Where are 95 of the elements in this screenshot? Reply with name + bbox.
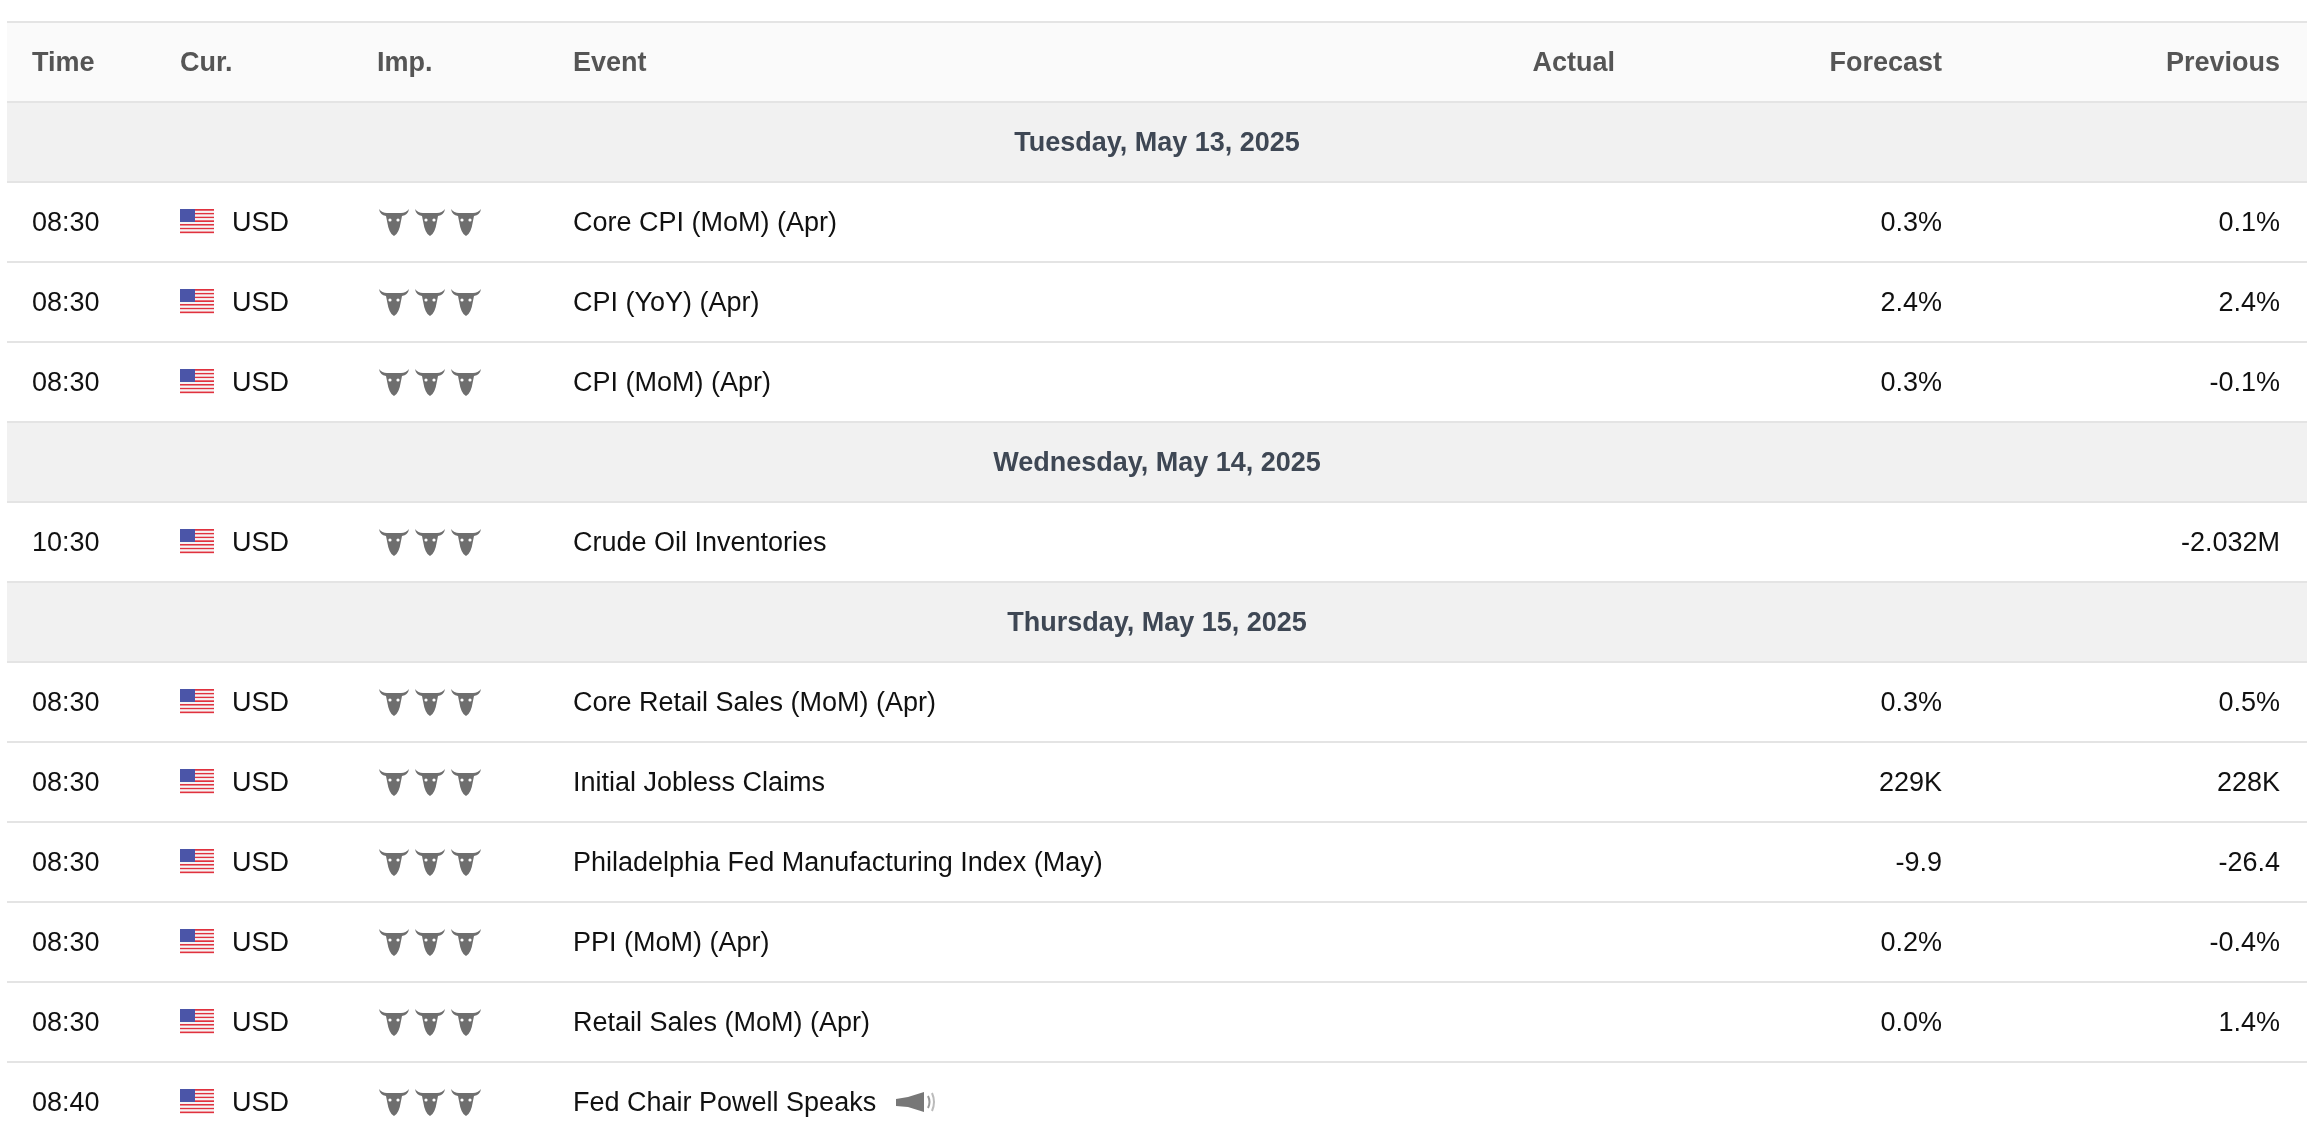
bull-icon [377,527,411,557]
bull-icon [413,927,447,957]
bull-icon [377,207,411,237]
currency-cell: USD [232,206,289,238]
date-header: Wednesday, May 14, 2025 [7,422,2307,502]
previous-cell: -2.032M [2180,526,2280,557]
bull-icon [449,527,483,557]
forecast-cell: 0.3% [1880,366,1942,397]
bull-icon [413,287,447,317]
column-header: Previous [1969,22,2307,102]
event-name[interactable]: Philadelphia Fed Manufacturing Index (May) [573,846,1103,878]
column-header: Event [548,22,1300,102]
bull-icon [413,367,447,397]
event-name[interactable]: CPI (MoM) (Apr) [573,366,771,398]
date-header: Thursday, May 15, 2025 [7,582,2307,662]
previous-cell: 1.4% [2218,1006,2280,1037]
previous-cell: 0.1% [2218,206,2280,237]
bull-icon [413,527,447,557]
previous-cell: -0.4% [2209,926,2280,957]
currency-cell: USD [232,766,289,798]
flag-icon [180,689,214,715]
bull-icon [449,687,483,717]
flag-icon [180,369,214,395]
forecast-cell: 0.3% [1880,206,1942,237]
currency-cell: USD [232,1006,289,1038]
event-name[interactable]: Crude Oil Inventories [573,526,827,558]
bull-icon [377,287,411,317]
bull-icon [449,927,483,957]
bull-icon [377,1087,411,1117]
forecast-cell: 0.3% [1880,686,1942,717]
event-name[interactable]: Fed Chair Powell Speaks [573,1086,877,1118]
bull-icon [377,847,411,877]
bull-icon [377,1007,411,1037]
time-cell: 08:30 [7,182,155,262]
flag-icon [180,289,214,315]
time-cell: 08:30 [7,902,155,982]
flag-icon [180,529,214,555]
previous-cell: 228K [2216,766,2280,797]
bull-icon [449,767,483,797]
column-header: Time [7,22,155,102]
bull-icon [377,767,411,797]
currency-cell: USD [232,286,289,318]
flag-icon [180,209,214,235]
column-header: Cur. [155,22,352,102]
bull-icon [413,767,447,797]
bull-icon [449,1007,483,1037]
bull-icon [413,1007,447,1037]
currency-cell: USD [232,1086,289,1118]
forecast-cell: 0.2% [1880,926,1942,957]
flag-icon [180,849,214,875]
time-cell: 08:30 [7,822,155,902]
bull-icon [413,687,447,717]
currency-cell: USD [232,926,289,958]
bull-icon [377,367,411,397]
flag-icon [180,929,214,955]
bull-icon [413,207,447,237]
flag-icon [180,769,214,795]
time-cell: 08:30 [7,262,155,342]
currency-cell: USD [232,526,289,558]
forecast-cell: 229K [1878,766,1942,797]
date-header: Tuesday, May 13, 2025 [7,102,2307,182]
bull-icon [413,847,447,877]
forecast-cell: 2.4% [1880,286,1942,317]
column-header: Forecast [1642,22,1969,102]
previous-cell: -26.4 [2218,846,2280,877]
column-header: Actual [1300,22,1642,102]
bull-icon [377,687,411,717]
time-cell: 08:30 [7,742,155,822]
forecast-cell: -9.9 [1895,846,1942,877]
forecast-cell: 0.0% [1880,1006,1942,1037]
previous-cell: 2.4% [2218,286,2280,317]
time-cell: 08:30 [7,982,155,1062]
bull-icon [413,1087,447,1117]
bull-icon [449,287,483,317]
currency-cell: USD [232,686,289,718]
flag-icon [180,1009,214,1035]
bull-icon [449,847,483,877]
event-name[interactable]: Core CPI (MoM) (Apr) [573,206,837,238]
time-cell: 08:40 [7,1062,155,1140]
event-name[interactable]: CPI (YoY) (Apr) [573,286,760,318]
event-name[interactable]: PPI (MoM) (Apr) [573,926,770,958]
column-header: Imp. [352,22,548,102]
bull-icon [377,927,411,957]
previous-cell: 0.5% [2218,686,2280,717]
time-cell: 08:30 [7,662,155,742]
event-name[interactable]: Retail Sales (MoM) (Apr) [573,1006,871,1038]
event-name[interactable]: Core Retail Sales (MoM) (Apr) [573,686,937,718]
bull-icon [449,1087,483,1117]
currency-cell: USD [232,846,289,878]
currency-cell: USD [232,366,289,398]
previous-cell: -0.1% [2209,366,2280,397]
bull-icon [449,207,483,237]
bull-icon [449,367,483,397]
event-name[interactable]: Initial Jobless Claims [573,766,826,798]
flag-icon [180,1089,214,1115]
